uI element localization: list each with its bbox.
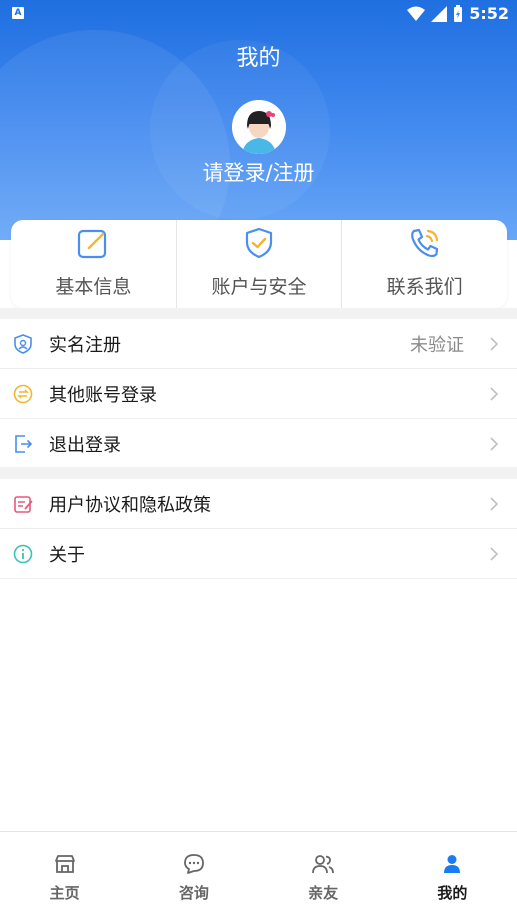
nav-tab-mine[interactable]: 我的 (388, 832, 517, 922)
wifi-icon (407, 6, 426, 21)
notification-icon: A (12, 7, 24, 19)
bottom-navigation: 主页 咨询 亲友 我的 (0, 831, 517, 922)
chevron-right-icon (490, 337, 499, 351)
menu-item-logout[interactable]: 退出登录 (0, 419, 517, 469)
profile-header: A 5:52 我的 请登录/注册 (0, 0, 517, 240)
quick-action-basic-info[interactable]: 基本信息 (11, 220, 176, 308)
signal-icon (431, 5, 448, 22)
menu-item-label: 关于 (49, 544, 85, 566)
quick-action-label: 基本信息 (55, 276, 132, 298)
agreement-icon (12, 493, 34, 515)
home-icon (54, 855, 75, 873)
menu-item-user-agreement[interactable]: 用户协议和隐私政策 (0, 479, 517, 529)
info-menu: 用户协议和隐私政策 关于 (0, 479, 517, 579)
chevron-right-icon (490, 547, 499, 561)
menu-item-label: 用户协议和隐私政策 (49, 494, 211, 516)
switch-account-icon (12, 383, 34, 405)
nav-tab-friends[interactable]: 亲友 (259, 832, 388, 922)
nav-tab-consult[interactable]: 咨询 (129, 832, 258, 922)
quick-action-contact-us[interactable]: 联系我们 (341, 220, 507, 308)
status-time: 5:52 (469, 4, 509, 23)
chevron-right-icon (490, 497, 499, 511)
quick-actions-card: 基本信息 账户与安全 联系我们 (11, 220, 507, 308)
menu-item-other-account-login[interactable]: 其他账号登录 (0, 369, 517, 419)
menu-item-label: 实名注册 (49, 334, 121, 356)
nav-label: 咨询 (178, 884, 209, 902)
shield-check-icon (245, 227, 273, 259)
page-title: 我的 (236, 46, 281, 71)
verify-shield-icon (12, 333, 34, 355)
friends-icon (312, 855, 335, 874)
chevron-right-icon (490, 437, 499, 451)
menu-item-label: 退出登录 (49, 434, 121, 456)
nav-tab-home[interactable]: 主页 (0, 832, 129, 922)
battery-icon (454, 4, 463, 22)
chevron-right-icon (490, 387, 499, 401)
menu-item-label: 其他账号登录 (49, 384, 157, 406)
verification-status: 未验证 (410, 334, 464, 356)
account-menu: 实名注册 未验证 其他账号登录 退出登录 (0, 319, 517, 469)
info-icon (12, 543, 34, 565)
logout-icon (12, 433, 34, 455)
user-icon (444, 855, 461, 873)
quick-action-label: 账户与安全 (211, 276, 307, 298)
edit-icon (78, 229, 107, 259)
nav-label: 我的 (437, 884, 468, 902)
avatar[interactable] (232, 100, 286, 154)
login-register-link[interactable]: 请登录/注册 (0, 157, 517, 187)
quick-action-label: 联系我们 (386, 276, 463, 298)
nav-label: 亲友 (308, 884, 339, 902)
status-bar: A 5:52 (0, 0, 517, 28)
phone-icon (410, 228, 438, 258)
menu-item-about[interactable]: 关于 (0, 529, 517, 579)
menu-item-real-name[interactable]: 实名注册 未验证 (0, 319, 517, 369)
chat-icon (183, 854, 204, 874)
section-divider (0, 467, 517, 479)
quick-action-account-security[interactable]: 账户与安全 (175, 220, 342, 308)
nav-label: 主页 (49, 884, 80, 902)
